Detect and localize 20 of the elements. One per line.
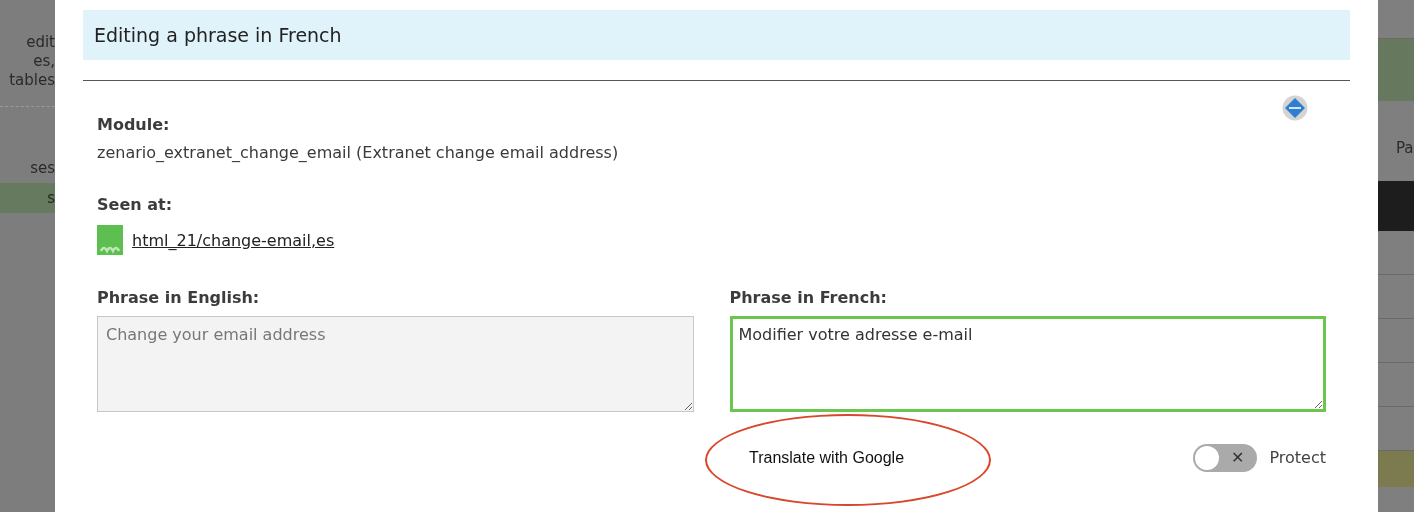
background-list-item[interactable]: ses — [0, 153, 55, 183]
module-name: zenario_extranet_change_email (Extranet change email address) — [97, 143, 620, 163]
background-text: Pa — [1395, 138, 1414, 159]
background-bar — [1378, 451, 1414, 487]
diamond-icon[interactable] — [1282, 95, 1308, 121]
page-link[interactable]: html_21/change-email,es — [132, 230, 335, 250]
background-text: tables — [9, 71, 55, 90]
page-thumbnail-icon — [97, 225, 123, 255]
field-label: Phrase in English: — [97, 288, 261, 308]
background-text: edit — [26, 33, 55, 52]
protect-toggle[interactable]: ✕ — [1193, 443, 1258, 472]
background-text: es, — [33, 52, 55, 71]
dialog-title: Editing a phrase in French — [83, 10, 1350, 60]
field-label: Seen at: — [97, 195, 174, 215]
background-list-item[interactable]: s — [0, 183, 55, 213]
field-label: Module: — [97, 115, 171, 135]
translate-link[interactable]: Translate with Google — [749, 449, 905, 466]
toggle-label: Protect — [1269, 448, 1326, 467]
french-phrase-field[interactable]: Modifier votre adresse e-mail — [729, 316, 1326, 412]
field-label: Phrase in French: — [729, 288, 888, 308]
